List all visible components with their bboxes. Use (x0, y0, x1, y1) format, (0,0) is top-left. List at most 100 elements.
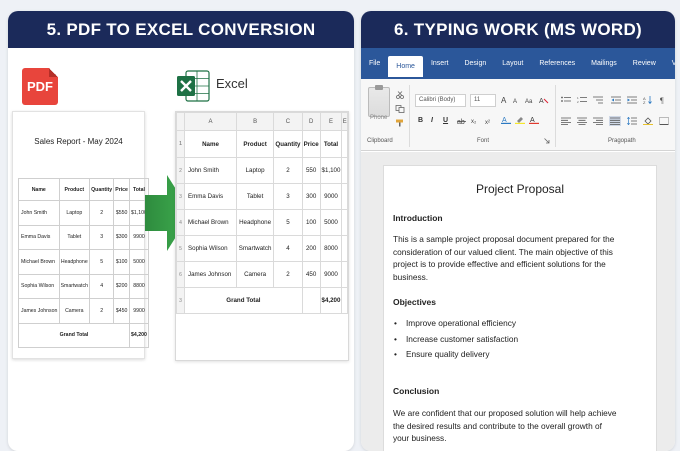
bold-button[interactable]: B (418, 117, 423, 124)
excel-empty-cell[interactable] (301, 287, 321, 314)
excel-cell[interactable]: Michael Brown (183, 209, 238, 236)
excel-empty-cell[interactable] (341, 157, 348, 184)
tab-references[interactable]: References (531, 54, 583, 73)
tab-layout[interactable]: Layout (494, 54, 531, 73)
excel-col-quantity[interactable]: Quantity (273, 130, 303, 158)
excel-cell[interactable]: 100 (301, 209, 321, 236)
text-effects-icon[interactable]: A (501, 116, 511, 124)
copy-icon[interactable] (395, 105, 405, 113)
tab-insert[interactable]: Insert (423, 54, 457, 73)
align-right-icon[interactable] (593, 117, 603, 125)
excel-row-number[interactable]: 3 (176, 287, 185, 314)
subscript-icon[interactable]: x₂ (471, 117, 481, 125)
excel-cell[interactable]: 2 (273, 261, 303, 288)
excel-row-number[interactable]: 3 (176, 183, 185, 210)
highlight-color-icon[interactable] (515, 116, 525, 124)
shading-icon[interactable] (643, 117, 653, 125)
excel-cell[interactable]: 5000 (319, 209, 343, 236)
excel-col-product[interactable]: Product (236, 130, 275, 158)
excel-cell[interactable]: 8000 (319, 235, 343, 262)
excel-empty-cell[interactable] (341, 287, 348, 314)
excel-col-letter[interactable]: E (341, 112, 348, 131)
excel-cell[interactable]: Camera (236, 261, 275, 288)
excel-cell[interactable]: 9000 (319, 261, 343, 288)
excel-cell[interactable]: Emma Davis (183, 183, 238, 210)
excel-cell[interactable]: 2 (273, 157, 303, 184)
excel-cell[interactable]: 3 (273, 183, 303, 210)
excel-col-letter[interactable]: C (273, 112, 303, 131)
align-center-icon[interactable] (577, 117, 587, 125)
document-page[interactable]: Project Proposal Introduction This is a … (383, 165, 657, 451)
excel-col-letter[interactable]: E (319, 112, 343, 131)
excel-row-number[interactable]: 5 (176, 235, 185, 262)
excel-cell[interactable]: Smartwatch (236, 235, 275, 262)
pdf-cell: 2 (89, 200, 115, 226)
bullets-icon[interactable] (561, 96, 571, 104)
font-size-dropdown[interactable]: 11 (470, 94, 496, 107)
excel-empty-cell[interactable] (341, 183, 348, 210)
excel-empty-cell[interactable] (341, 209, 348, 236)
excel-cell[interactable]: Sophia Wilson (183, 235, 238, 262)
tab-home[interactable]: Home (388, 56, 423, 77)
excel-cell[interactable]: 300 (301, 183, 321, 210)
excel-empty-cell[interactable] (341, 235, 348, 262)
excel-col-name[interactable]: Name (183, 130, 238, 158)
tab-file[interactable]: File (361, 54, 388, 73)
font-color-icon[interactable]: A (529, 116, 539, 124)
cut-icon[interactable] (395, 91, 405, 99)
excel-cell[interactable]: 450 (301, 261, 321, 288)
excel-grand-total-label[interactable]: Grand Total (184, 287, 303, 314)
excel-row-number[interactable]: 1 (176, 130, 185, 158)
numbering-icon[interactable]: 12 (577, 96, 587, 104)
excel-cell[interactable]: Tablet (236, 183, 275, 210)
excel-cell[interactable]: 4 (273, 235, 303, 262)
change-case-icon[interactable]: Aa (525, 96, 535, 104)
align-left-icon[interactable] (561, 117, 571, 125)
tab-review[interactable]: Review (625, 54, 664, 73)
italic-button[interactable]: I (431, 117, 433, 124)
excel-row-number[interactable]: 2 (176, 157, 185, 184)
excel-cell[interactable]: 9000 (319, 183, 343, 210)
clear-formatting-icon[interactable]: A (539, 96, 549, 104)
excel-col-letter[interactable]: D (301, 112, 321, 131)
excel-cell[interactable]: Headphone (236, 209, 275, 236)
excel-col-letter[interactable]: B (236, 112, 275, 131)
excel-cell[interactable]: Laptop (236, 157, 275, 184)
underline-button[interactable]: U (443, 117, 448, 124)
borders-icon[interactable] (659, 117, 669, 125)
excel-col-price[interactable]: Price (301, 130, 321, 158)
font-dialog-launcher-icon[interactable] (544, 138, 550, 144)
excel-empty-cell[interactable] (341, 130, 348, 158)
tab-view[interactable]: View (664, 54, 675, 73)
font-name-dropdown[interactable]: Calibri (Body) (415, 94, 466, 107)
justify-icon[interactable] (609, 116, 621, 126)
tab-mailings[interactable]: Mailings (583, 54, 625, 73)
decrease-indent-icon[interactable] (611, 96, 621, 104)
excel-row-number[interactable]: 6 (176, 261, 185, 288)
excel-cell[interactable]: $1,100 (319, 157, 343, 184)
excel-col-letter[interactable]: A (183, 112, 238, 131)
multilevel-list-icon[interactable] (593, 96, 603, 104)
shrink-font-icon[interactable]: A (513, 96, 523, 104)
tab-design[interactable]: Design (456, 54, 494, 73)
format-painter-icon[interactable] (395, 119, 405, 127)
excel-cell[interactable]: 5 (273, 209, 303, 236)
line-spacing-icon[interactable] (627, 117, 637, 125)
excel-col-total[interactable]: Total (319, 130, 343, 158)
show-formatting-icon[interactable]: ¶ (659, 96, 669, 104)
excel-empty-cell[interactable] (341, 261, 348, 288)
excel-row-number[interactable]: 4 (176, 209, 185, 236)
excel-cell[interactable]: John Smith (183, 157, 238, 184)
grow-font-icon[interactable]: A (501, 96, 511, 104)
excel-cell[interactable]: 550 (301, 157, 321, 184)
strikethrough-icon[interactable]: ab (457, 117, 467, 125)
excel-cell[interactable]: James Johnson (183, 261, 238, 288)
increase-indent-icon[interactable] (627, 96, 637, 104)
introduction-line: project is to provide effective and effi… (393, 259, 606, 269)
excel-cell[interactable]: 200 (301, 235, 321, 262)
superscript-icon[interactable]: x² (485, 117, 495, 125)
sort-icon[interactable]: AZ (643, 96, 653, 104)
paste-icon[interactable] (368, 85, 390, 117)
pdf-cell: 8800 (128, 273, 150, 299)
excel-grand-total-value[interactable]: $4,200 (319, 287, 343, 314)
